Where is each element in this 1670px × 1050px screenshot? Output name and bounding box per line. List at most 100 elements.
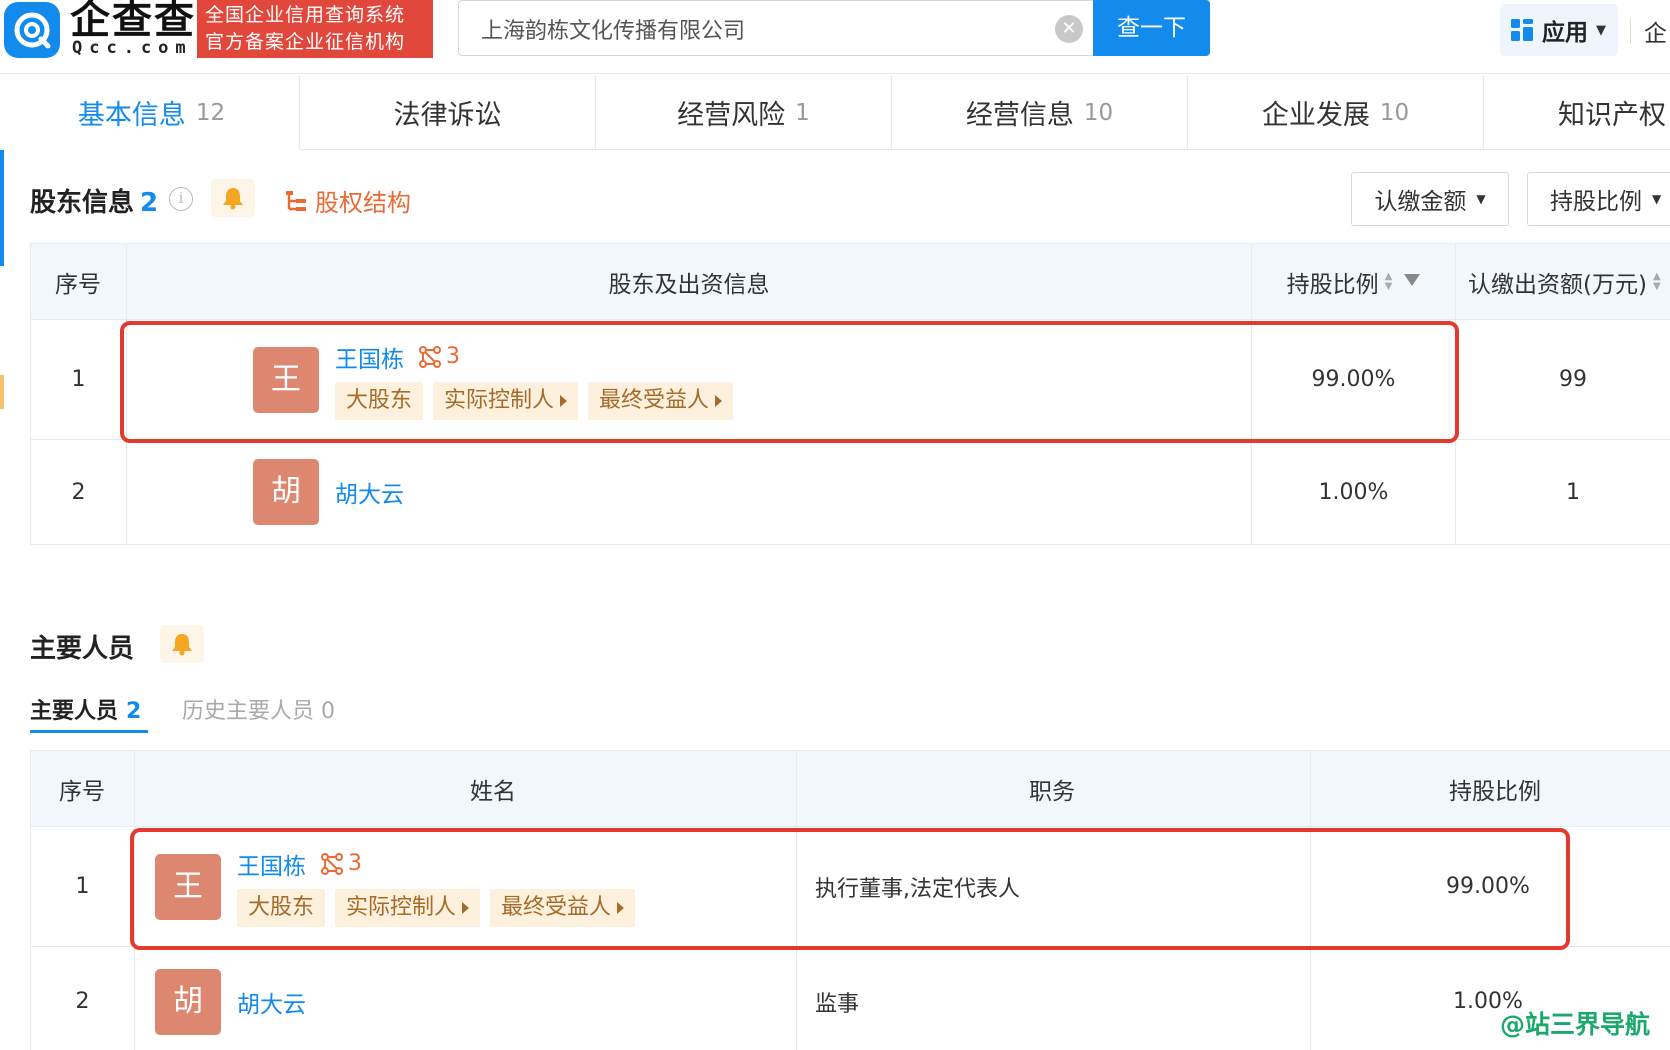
clear-icon[interactable]: ✕ [1055,15,1083,43]
col-header-ratio[interactable]: 持股比例 ▲ ▼ [1251,243,1456,320]
sort-icon[interactable]: ▲ ▼ [1653,271,1661,292]
person-name-link[interactable]: 胡大云 [335,475,404,509]
row-no: 1 [30,319,127,440]
ratio-cell: 1.00% [1251,439,1456,545]
subtab-underline [30,730,148,733]
col-header-amount-label: 认缴出资额(万元) [1468,271,1647,298]
person-info: 胡大云 [237,985,306,1019]
name-cell: 王 王国栋 3 大股东 实际控制人 最终受益人 [134,826,797,947]
search-button[interactable]: 查一下 [1093,0,1210,56]
tab-business-info[interactable]: 经营信息 10 [892,76,1188,150]
section-title-personnel: 主要人员 [30,628,134,665]
apps-menu-button[interactable]: 应用 ▼ [1500,4,1618,56]
tag-label: 实际控制人 [444,387,555,413]
caret-right-icon [617,901,625,914]
tab-label: 基本信息 [77,100,186,131]
position-cell: 执行董事,法定代表人 [796,826,1311,947]
ratio-cell: 99.00% [1310,826,1670,947]
person-name-link[interactable]: 王国栋 [335,340,404,374]
header-enterprise-link[interactable]: 企 [1644,14,1667,48]
col-header-ratio: 持股比例 [1310,750,1670,827]
amount-dropdown[interactable]: 认缴金额 ▼ [1351,172,1509,226]
avatar[interactable]: 胡 [155,968,221,1035]
section-title-text: 主要人员 [30,634,135,664]
table-row: 2 胡 胡大云 1.00% 1 [30,439,1670,545]
avatar[interactable]: 王 [155,853,221,920]
tab-legal[interactable]: 法律诉讼 [300,76,596,150]
avatar[interactable]: 王 [253,346,319,413]
person-entry: 王 王国栋 3 大股东 实际控制人 最终受益人 [253,340,1251,420]
subtab-history-personnel[interactable]: 历史主要人员 0 [182,693,335,725]
relation-graph-link[interactable]: 3 [320,851,362,876]
relation-count: 3 [348,851,362,876]
person-name-line: 王国栋 3 [335,340,743,374]
equity-structure-link[interactable]: 股权结构 [285,183,411,218]
subtab-count: 2 [126,699,142,724]
tab-development[interactable]: 企业发展 10 [1188,76,1484,150]
search-input[interactable]: 上海韵栋文化传播有限公司 ✕ [458,0,1094,56]
qcc-logo-icon[interactable] [4,2,60,58]
sort-icon[interactable]: ▲ ▼ [1385,271,1393,292]
relation-count: 3 [446,344,460,369]
shareholders-table: 序号 股东及出资信息 持股比例 ▲ ▼ 认缴出资额(万元) ▲ ▼ 1 王 王国栋 3 [30,243,1670,545]
person-name-link[interactable]: 胡大云 [237,985,306,1019]
row-no: 1 [30,826,135,947]
logo-name[interactable]: 企查查 [70,0,196,40]
relation-graph-link[interactable]: 3 [418,344,460,369]
info-icon[interactable]: i [169,187,193,211]
tab-business-risk[interactable]: 经营风险 1 [596,76,892,150]
search-input-value[interactable]: 上海韵栋文化传播有限公司 [481,13,745,45]
tab-ip[interactable]: 知识产权 [1484,76,1670,150]
logo-domain: Qcc.com [72,38,193,58]
filter-icon[interactable] [1404,273,1421,286]
person-name-line: 胡大云 [237,985,306,1019]
bell-icon[interactable] [211,179,255,217]
person-info: 王国栋 3 大股东 实际控制人 最终受益人 [335,340,743,420]
shareholder-cell: 胡 胡大云 [126,439,1252,545]
tag-label: 实际控制人 [346,894,457,920]
person-info: 胡大云 [335,475,404,509]
person-entry: 王 王国栋 3 大股东 实际控制人 最终受益人 [155,847,796,927]
amount-cell: 99 [1455,319,1670,440]
tab-basic-info[interactable]: 基本信息 12 [4,76,300,150]
section-title-text: 股东信息 [30,188,135,218]
section-title-shareholders: 股东信息 2 [30,182,158,219]
main-tabs: 基本信息 12 法律诉讼 经营风险 1 经营信息 10 企业发展 10 知识产权 [0,76,1670,150]
tag-label: 最终受益人 [501,894,612,920]
tab-count: 10 [1379,99,1410,126]
ratio-dropdown[interactable]: 持股比例 ▼ [1527,172,1670,226]
person-info: 王国栋 3 大股东 实际控制人 最终受益人 [237,847,645,927]
tag-actual-controller[interactable]: 实际控制人 [335,888,481,927]
ratio-dropdown-label: 持股比例 [1550,189,1642,215]
tag-list: 大股东 实际控制人 最终受益人 [335,381,743,420]
subtab-current-personnel[interactable]: 主要人员 2 [30,693,141,725]
table-row: 1 王 王国栋 3 大股东 实际控制人 最终受益人 [30,319,1670,440]
name-cell: 胡 胡大云 [134,946,797,1050]
subtab-label: 主要人员 [30,699,119,724]
caret-right-icon [715,394,723,407]
tag-label: 大股东 [346,387,413,413]
tag-actual-controller[interactable]: 实际控制人 [433,381,579,420]
apps-grid-icon [1511,19,1533,41]
row-no: 2 [30,439,127,545]
watermark-text: @站三界导航 [1500,1010,1651,1039]
chevron-down-icon: ▼ [1596,22,1606,38]
tag-major-shareholder: 大股东 [335,381,424,420]
bell-icon[interactable] [160,625,204,663]
person-name-link[interactable]: 王国栋 [237,847,306,881]
tag-ultimate-beneficiary[interactable]: 最终受益人 [588,381,734,420]
caret-right-icon [560,394,568,407]
tab-label: 法律诉讼 [393,100,502,131]
amount-cell: 1 [1455,439,1670,545]
tag-ultimate-beneficiary[interactable]: 最终受益人 [490,888,636,927]
col-header-amount[interactable]: 认缴出资额(万元) ▲ ▼ [1455,243,1670,320]
col-header-position: 职务 [796,750,1311,827]
header-divider [1630,18,1631,44]
avatar[interactable]: 胡 [253,459,319,525]
table-header-row: 序号 股东及出资信息 持股比例 ▲ ▼ 认缴出资额(万元) ▲ ▼ [30,243,1670,320]
table-row: 1 王 王国栋 3 大股东 实际控制人 最终受益人 [30,826,1670,947]
tab-count: 10 [1083,99,1114,126]
section-count: 2 [140,188,159,218]
top-header: 企查查 Qcc.com 全国企业信用查询系统 官方备案企业征信机构 上海韵栋文化… [0,0,1670,74]
tag-list: 大股东 实际控制人 最终受益人 [237,888,645,927]
